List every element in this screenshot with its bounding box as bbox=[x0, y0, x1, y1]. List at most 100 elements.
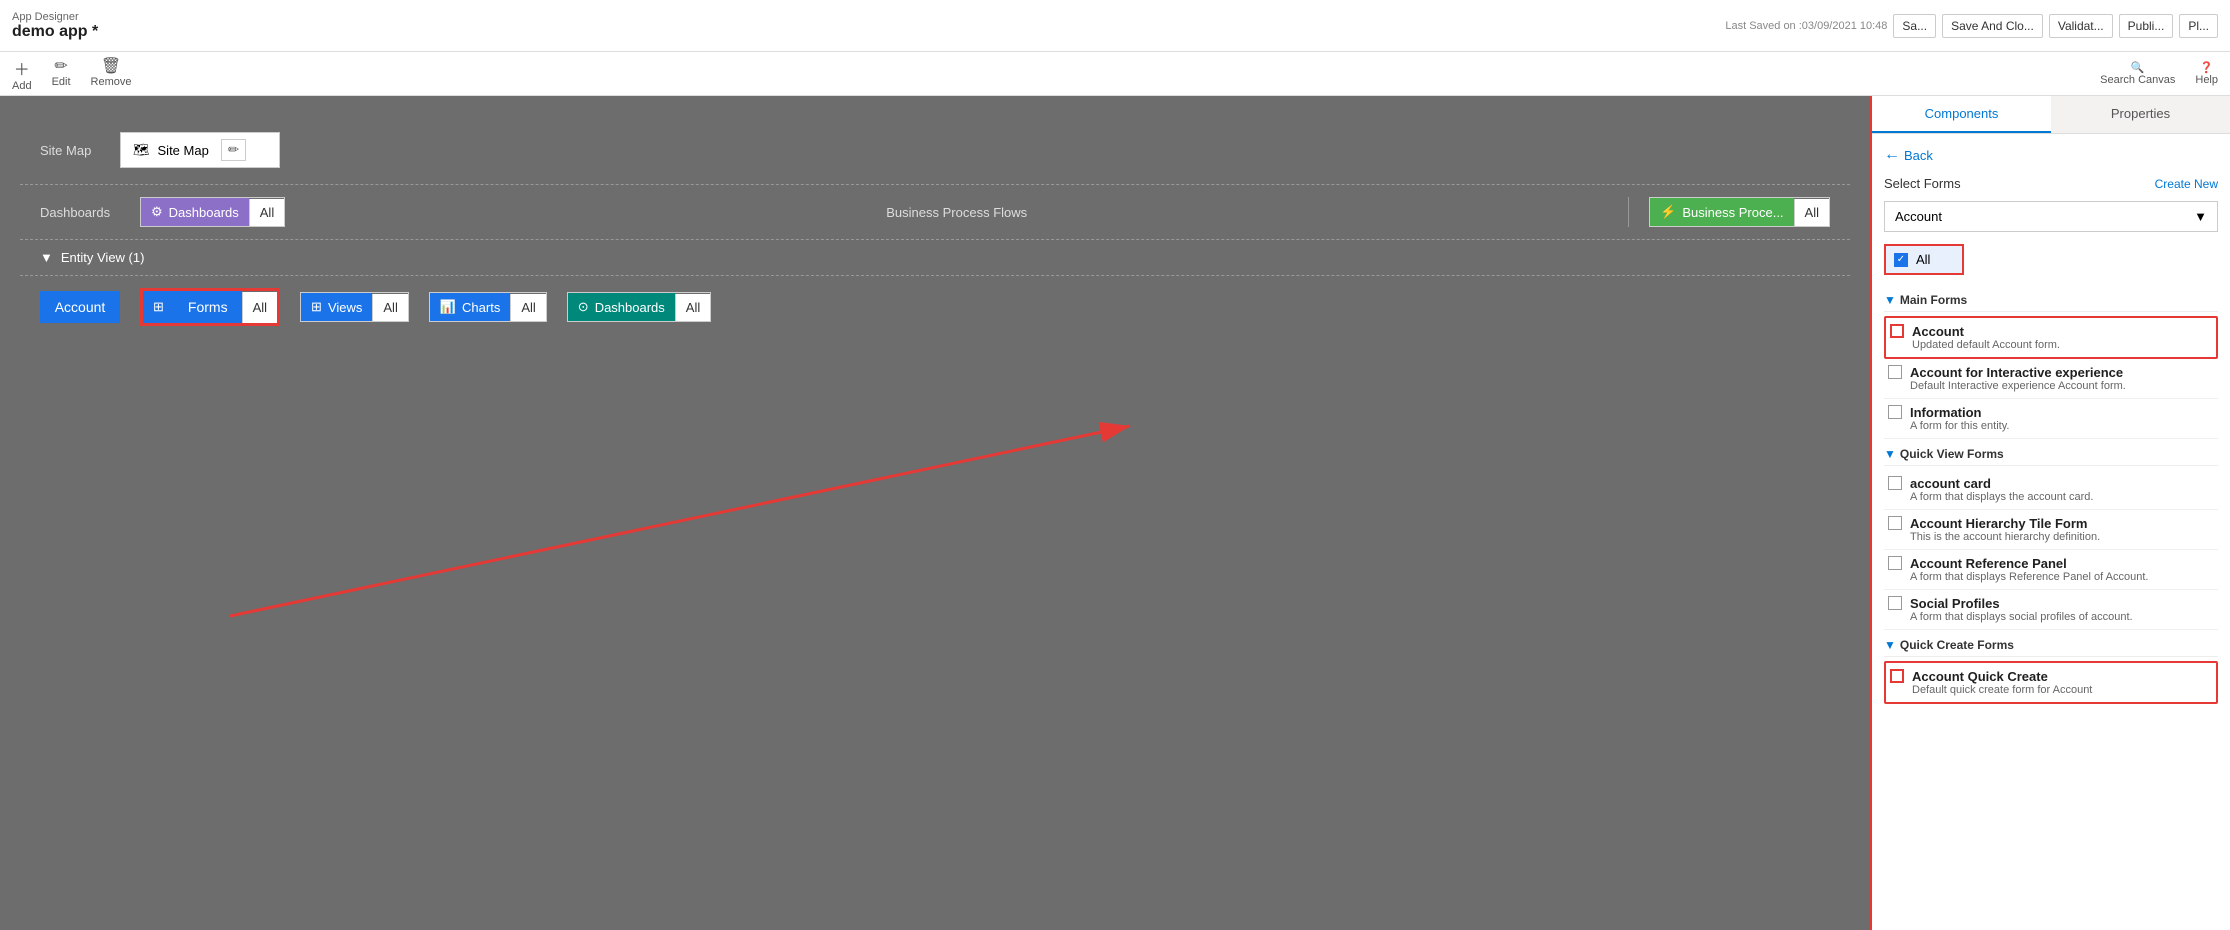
bpf-all: All bbox=[1794, 199, 1829, 226]
add-icon: ＋ bbox=[14, 56, 30, 80]
main-layout: Site Map 🗺 Site Map ✏ Dashboards ⚙ Dashb… bbox=[0, 96, 2230, 930]
form-item[interactable]: account cardA form that displays the acc… bbox=[1884, 470, 2218, 510]
charts-all: All bbox=[510, 294, 545, 321]
play-btn[interactable]: Pl... bbox=[2179, 14, 2218, 38]
forms-label: Forms bbox=[174, 291, 242, 323]
dashboards-box[interactable]: ⚙ Dashboards All bbox=[140, 197, 285, 227]
create-new-btn[interactable]: Create New bbox=[2155, 177, 2218, 191]
all-checkbox-row[interactable]: All bbox=[1884, 244, 1964, 275]
toolbar: ＋ Add ✏ Edit 🗑 Remove 🔍 Search Canvas ❓ … bbox=[0, 52, 2230, 96]
form-item-name: Account bbox=[1912, 324, 2212, 339]
entity-dashboards-box[interactable]: ⊙ Dashboards All bbox=[567, 292, 711, 322]
form-checkbox[interactable] bbox=[1888, 556, 1902, 570]
edit-toolbar-item[interactable]: ✏ Edit bbox=[52, 56, 71, 92]
form-checkbox[interactable] bbox=[1888, 476, 1902, 490]
forms-grid-icon: ⊞ bbox=[153, 299, 164, 315]
entity-dashboards-all: All bbox=[675, 294, 710, 321]
form-item[interactable]: Account Hierarchy Tile FormThis is the a… bbox=[1884, 510, 2218, 550]
validate-btn[interactable]: Validat... bbox=[2049, 14, 2113, 38]
form-item-desc: A form that displays the account card. bbox=[1910, 491, 2214, 503]
form-item-text: account cardA form that displays the acc… bbox=[1910, 476, 2214, 503]
account-button[interactable]: Account bbox=[40, 291, 120, 323]
views-icon: ⊞ bbox=[311, 299, 322, 315]
form-item-desc: Updated default Account form. bbox=[1912, 339, 2212, 351]
form-item[interactable]: Account for Interactive experienceDefaul… bbox=[1884, 359, 2218, 399]
main-forms-section-header[interactable]: ▼ Main Forms bbox=[1884, 285, 2218, 312]
site-map-row: Site Map 🗺 Site Map ✏ bbox=[20, 116, 1850, 185]
bpf-separator bbox=[1628, 197, 1629, 227]
search-canvas-btn[interactable]: 🔍 Search Canvas bbox=[2100, 61, 2175, 86]
publish-btn[interactable]: Publi... bbox=[2119, 14, 2174, 38]
tab-properties[interactable]: Properties bbox=[2051, 96, 2230, 133]
quick-create-chevron-icon: ▼ bbox=[1884, 638, 1896, 652]
quick-view-chevron-icon: ▼ bbox=[1884, 447, 1896, 461]
form-item-text: InformationA form for this entity. bbox=[1910, 405, 2214, 432]
form-item[interactable]: Account Reference PanelA form that displ… bbox=[1884, 550, 2218, 590]
charts-icon: 📊 bbox=[440, 299, 456, 315]
add-label: Add bbox=[12, 80, 32, 92]
form-item-desc: A form for this entity. bbox=[1910, 420, 2214, 432]
app-type: App Designer bbox=[12, 11, 98, 23]
right-panel: Components Properties ← Back Select Form… bbox=[1870, 96, 2230, 930]
site-map-label: Site Map bbox=[40, 143, 120, 158]
add-toolbar-item[interactable]: ＋ Add bbox=[12, 56, 32, 92]
edit-icon: ✏ bbox=[54, 56, 67, 76]
form-item[interactable]: InformationA form for this entity. bbox=[1884, 399, 2218, 439]
form-item-desc: Default quick create form for Account bbox=[1912, 684, 2212, 696]
remove-label: Remove bbox=[91, 76, 132, 88]
save-info: Last Saved on :03/09/2021 10:48 bbox=[1725, 20, 1887, 32]
form-checkbox[interactable] bbox=[1888, 516, 1902, 530]
form-item[interactable]: AccountUpdated default Account form. bbox=[1884, 316, 2218, 359]
site-map-box[interactable]: 🗺 Site Map ✏ bbox=[120, 132, 280, 168]
quick-create-forms-section-header[interactable]: ▼ Quick Create Forms bbox=[1884, 630, 2218, 657]
form-item-text: Account Reference PanelA form that displ… bbox=[1910, 556, 2214, 583]
entity-view-toggle[interactable]: ▼ bbox=[40, 250, 53, 265]
dashboards-icon-part: ⚙ Dashboards bbox=[141, 198, 249, 226]
quick-view-forms-section-header[interactable]: ▼ Quick View Forms bbox=[1884, 439, 2218, 466]
form-item-text: AccountUpdated default Account form. bbox=[1912, 324, 2212, 351]
views-box[interactable]: ⊞ Views All bbox=[300, 292, 409, 322]
form-item-text: Account Quick CreateDefault quick create… bbox=[1912, 669, 2212, 696]
form-checkbox[interactable] bbox=[1890, 324, 1904, 338]
remove-toolbar-item[interactable]: 🗑 Remove bbox=[91, 56, 132, 92]
form-item-text: Account for Interactive experienceDefaul… bbox=[1910, 365, 2214, 392]
bpf-icon: ⚡ bbox=[1660, 204, 1676, 220]
quick-view-forms-label: Quick View Forms bbox=[1900, 447, 2004, 461]
entity-dropdown[interactable]: Account ▼ bbox=[1884, 201, 2218, 232]
save-btn[interactable]: Sa... bbox=[1893, 14, 1936, 38]
form-checkbox[interactable] bbox=[1888, 405, 1902, 419]
bpf-box[interactable]: ⚡ Business Proce... All bbox=[1649, 197, 1830, 227]
dashboards-icon: ⚙ bbox=[151, 204, 163, 220]
all-checkbox[interactable] bbox=[1894, 253, 1908, 267]
form-item-name: Social Profiles bbox=[1910, 596, 2214, 611]
form-item-name: Information bbox=[1910, 405, 2214, 420]
help-btn[interactable]: ❓ Help bbox=[2195, 61, 2218, 86]
site-map-edit-btn[interactable]: ✏ bbox=[221, 139, 246, 161]
form-checkbox[interactable] bbox=[1888, 596, 1902, 610]
back-button[interactable]: ← Back bbox=[1884, 146, 2218, 164]
form-item-name: account card bbox=[1910, 476, 2214, 491]
form-checkbox[interactable] bbox=[1890, 669, 1904, 683]
select-forms-header: Select Forms Create New bbox=[1884, 176, 2218, 191]
form-item[interactable]: Social ProfilesA form that displays soci… bbox=[1884, 590, 2218, 630]
search-icon: 🔍 bbox=[2131, 61, 2145, 74]
tab-components[interactable]: Components bbox=[1872, 96, 2051, 133]
forms-all: All bbox=[242, 292, 277, 323]
panel-tabs: Components Properties bbox=[1872, 96, 2230, 134]
save-and-close-btn[interactable]: Save And Clo... bbox=[1942, 14, 2043, 38]
toolbar-left: ＋ Add ✏ Edit 🗑 Remove bbox=[12, 56, 132, 92]
form-item[interactable]: Account Quick CreateDefault quick create… bbox=[1884, 661, 2218, 704]
search-canvas-label: Search Canvas bbox=[2100, 74, 2175, 86]
canvas-content: Site Map 🗺 Site Map ✏ Dashboards ⚙ Dashb… bbox=[0, 96, 1870, 930]
form-checkbox[interactable] bbox=[1888, 365, 1902, 379]
forms-icon-part: ⊞ bbox=[143, 291, 174, 323]
form-item-desc: This is the account hierarchy definition… bbox=[1910, 531, 2214, 543]
charts-box[interactable]: 📊 Charts All bbox=[429, 292, 547, 322]
top-bar: App Designer demo app * Last Saved on :0… bbox=[0, 0, 2230, 52]
form-item-text: Social ProfilesA form that displays soci… bbox=[1910, 596, 2214, 623]
all-checkbox-label: All bbox=[1916, 252, 1930, 267]
forms-box[interactable]: ⊞ Forms All bbox=[140, 288, 280, 326]
dashboards-bpf-row: Dashboards ⚙ Dashboards All Business Pro… bbox=[20, 185, 1850, 240]
form-item-name: Account Reference Panel bbox=[1910, 556, 2214, 571]
main-forms-label: Main Forms bbox=[1900, 293, 1967, 307]
